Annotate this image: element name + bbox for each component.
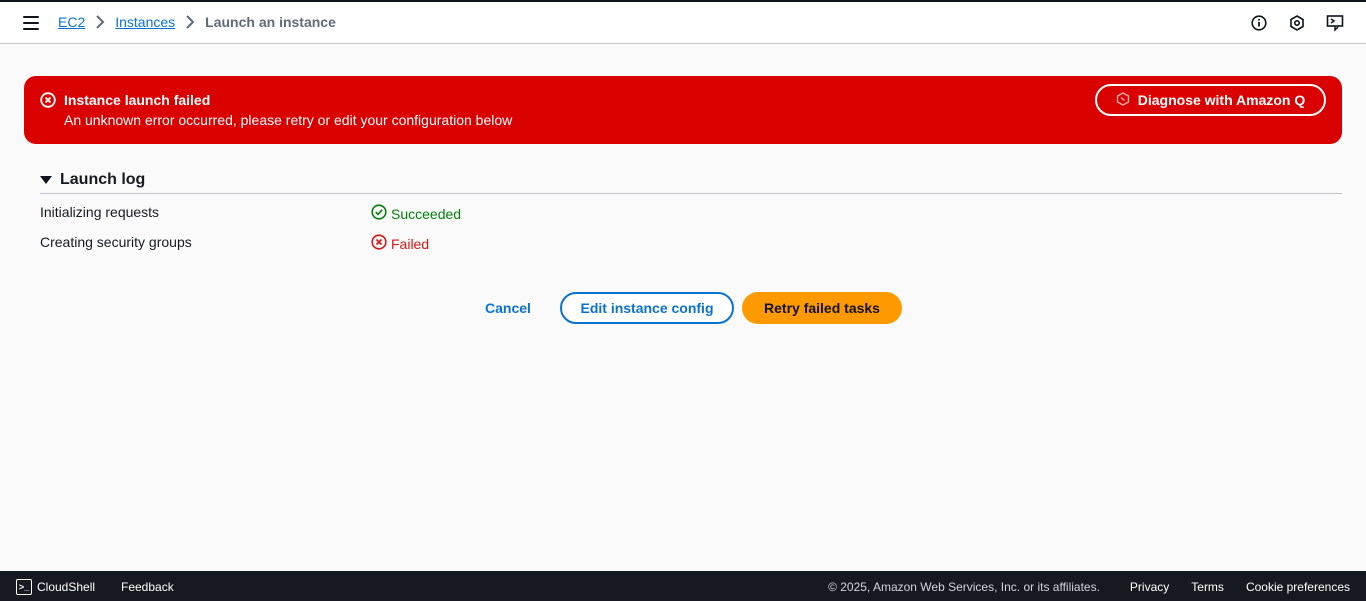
log-row-label: Creating security groups <box>40 234 192 250</box>
terminal-feedback-icon[interactable] <box>1325 13 1345 33</box>
feedback-link[interactable]: Feedback <box>121 580 174 594</box>
check-circle-icon <box>371 204 387 223</box>
launch-log-title: Launch log <box>60 171 146 188</box>
alert-message: An unknown error occurred, please retry … <box>64 112 513 128</box>
chevron-right-icon <box>85 15 115 29</box>
chevron-right-icon <box>175 15 205 29</box>
terms-link[interactable]: Terms <box>1191 580 1224 594</box>
x-circle-icon <box>371 234 387 253</box>
amazon-q-icon <box>1116 91 1130 109</box>
cloudshell-label: CloudShell <box>37 580 96 594</box>
log-row-status: Succeeded <box>371 204 461 223</box>
status-text: Failed <box>391 235 430 252</box>
top-navigation: EC2 Instances Launch an instance <box>0 2 1366 44</box>
breadcrumb-ec2[interactable]: EC2 <box>58 14 85 30</box>
log-row-status: Failed <box>371 234 429 253</box>
diagnose-button[interactable]: Diagnose with Amazon Q <box>1095 84 1326 116</box>
console-footer: >_ CloudShell Feedback © 2025, Amazon We… <box>0 571 1366 601</box>
info-icon[interactable] <box>1249 13 1269 33</box>
alert-title: Instance launch failed <box>64 92 211 108</box>
breadcrumb-instances[interactable]: Instances <box>115 14 175 30</box>
breadcrumb-current: Launch an instance <box>205 14 336 30</box>
privacy-link[interactable]: Privacy <box>1130 580 1169 594</box>
caret-down-icon <box>40 176 52 184</box>
error-alert: Instance launch failed An unknown error … <box>24 76 1342 144</box>
hexagon-icon[interactable] <box>1287 13 1307 33</box>
cloudshell-button[interactable]: >_ CloudShell <box>16 579 95 595</box>
launch-log: Launch log Initializing requests Succeed… <box>40 170 1342 252</box>
footer-links: © 2025, Amazon Web Services, Inc. or its… <box>828 580 1350 594</box>
cookie-preferences-link[interactable]: Cookie preferences <box>1246 580 1350 594</box>
breadcrumb: EC2 Instances Launch an instance <box>58 14 336 30</box>
menu-icon[interactable] <box>23 16 39 30</box>
copyright-text: © 2025, Amazon Web Services, Inc. or its… <box>828 580 1100 594</box>
status-text: Succeeded <box>391 205 462 222</box>
divider <box>40 193 1342 194</box>
header-toolbar <box>1249 13 1345 33</box>
action-bar: Cancel Edit instance config Retry failed… <box>0 292 1366 324</box>
terminal-icon: >_ <box>16 579 32 595</box>
edit-instance-config-button[interactable]: Edit instance config <box>560 292 734 324</box>
log-row-label: Initializing requests <box>40 204 160 220</box>
x-circle-icon <box>40 92 56 108</box>
launch-log-toggle[interactable]: Launch log <box>40 170 1342 190</box>
diagnose-button-label: Diagnose with Amazon Q <box>1137 92 1306 108</box>
cancel-button[interactable]: Cancel <box>478 292 538 324</box>
retry-failed-tasks-button[interactable]: Retry failed tasks <box>742 292 902 324</box>
